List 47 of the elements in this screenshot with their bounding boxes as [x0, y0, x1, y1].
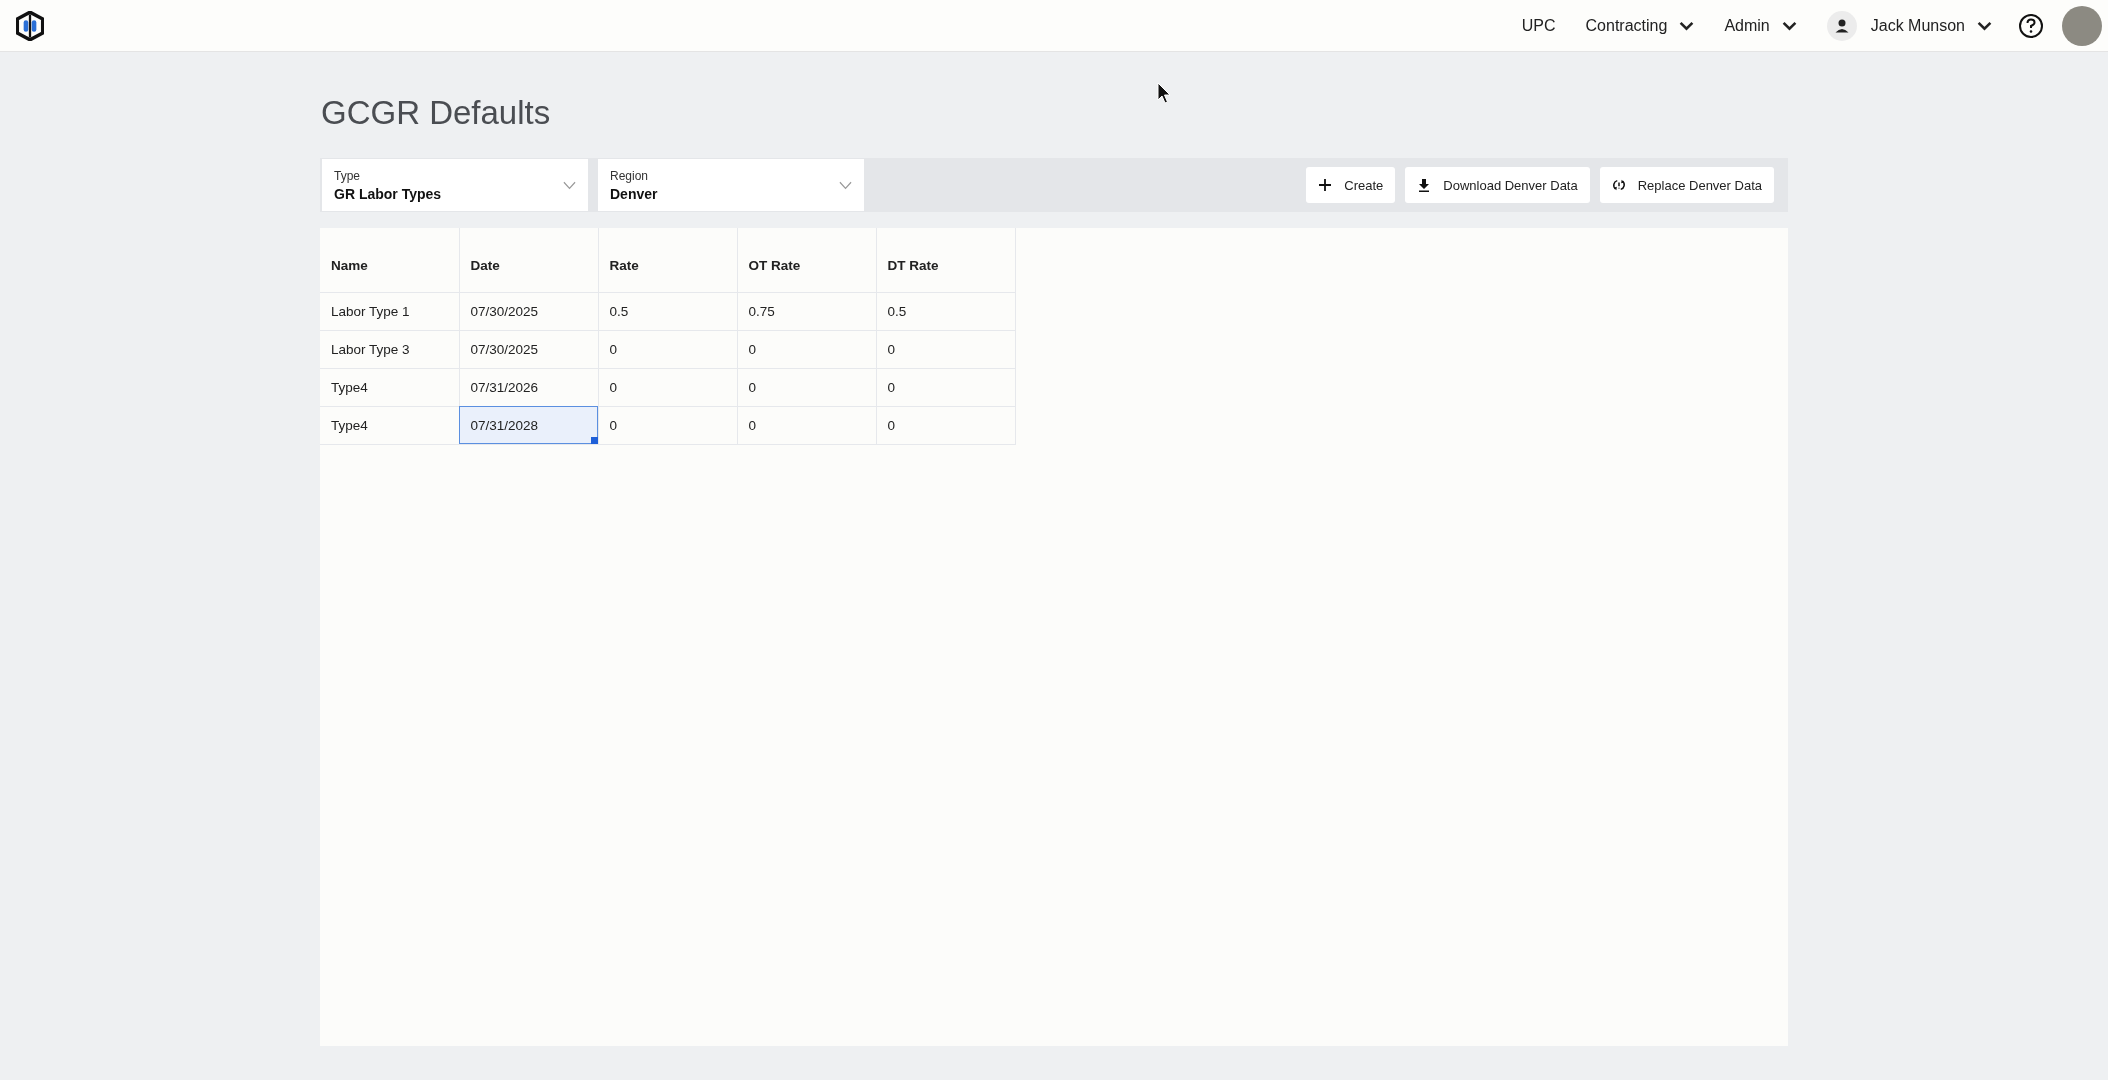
select-field[interactable]: Type GR Labor Types [322, 159, 588, 211]
swap-arrows-icon [1611, 178, 1626, 192]
help-icon[interactable] [2018, 12, 2044, 39]
table-cell[interactable]: 0 [598, 368, 737, 406]
table-cell[interactable]: 0 [737, 406, 876, 444]
chevron-down-icon [563, 180, 576, 190]
column-header[interactable]: DT Rate [876, 228, 1015, 292]
column-header[interactable]: Name [320, 228, 459, 292]
chevron-down-icon [1781, 20, 1797, 31]
column-header[interactable]: OT Rate [737, 228, 876, 292]
action-button[interactable]: Create [1306, 167, 1396, 203]
avatar[interactable] [2062, 5, 2102, 46]
table-cell[interactable]: 0.5 [876, 292, 1015, 330]
column-header[interactable]: Rate [598, 228, 737, 292]
table-cell[interactable]: 07/31/2028 [459, 406, 598, 444]
logo-icon[interactable] [16, 10, 44, 41]
user-menu[interactable]: Jack Munson [1870, 16, 1992, 35]
table-cell[interactable]: 07/30/2025 [459, 330, 598, 368]
table-cell[interactable]: 0 [598, 330, 737, 368]
table-cell[interactable]: 0.5 [598, 292, 737, 330]
chevron-down-icon [1679, 20, 1695, 31]
chevron-down-icon [839, 180, 852, 190]
person-icon [1826, 10, 1857, 41]
pointer-cursor-icon [1157, 82, 1171, 104]
action-button[interactable]: Download Denver Data [1405, 167, 1590, 203]
chevron-down-icon [1977, 20, 1992, 31]
select-field[interactable]: Region Denver [598, 159, 864, 211]
plus-icon [1318, 178, 1333, 192]
download-icon [1417, 178, 1432, 192]
table-cell[interactable]: 0.75 [737, 292, 876, 330]
table-cell[interactable]: 0 [876, 330, 1015, 368]
action-button[interactable]: Replace Denver Data [1599, 167, 1774, 203]
table-cell[interactable]: Type4 [320, 368, 459, 406]
fill-handle[interactable] [590, 436, 598, 444]
column-header[interactable]: Date [459, 228, 598, 292]
page-title: GCGR Defaults [321, 94, 552, 132]
table-cell[interactable]: Labor Type 1 [320, 292, 459, 330]
table-cell[interactable]: Labor Type 3 [320, 330, 459, 368]
table-cell[interactable]: 0 [876, 368, 1015, 406]
table-cell[interactable]: 0 [876, 406, 1015, 444]
table-cell[interactable]: 07/30/2025 [459, 292, 598, 330]
nav-menu[interactable]: Admin [1724, 16, 1797, 35]
table-cell[interactable]: 0 [737, 368, 876, 406]
table-cell[interactable]: 0 [737, 330, 876, 368]
nav-menu[interactable]: Contracting [1585, 16, 1695, 35]
table-cell[interactable]: 0 [598, 406, 737, 444]
nav-link[interactable]: UPC [1521, 16, 1556, 35]
